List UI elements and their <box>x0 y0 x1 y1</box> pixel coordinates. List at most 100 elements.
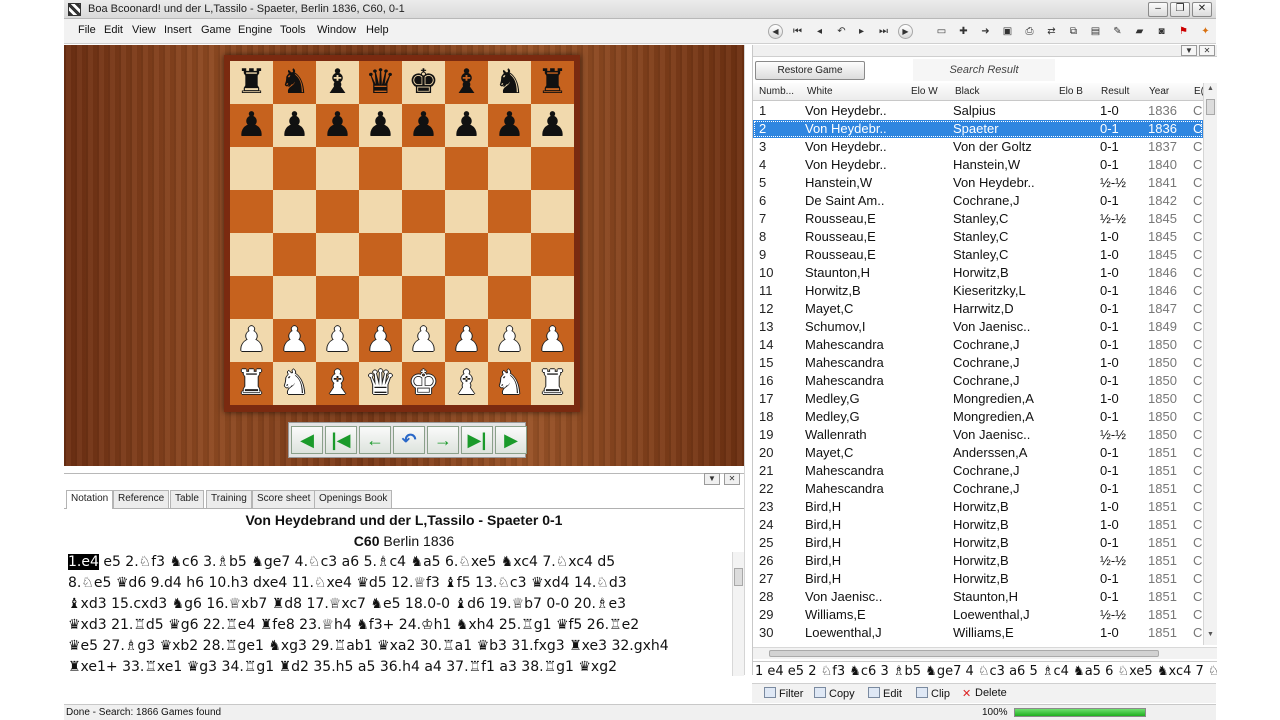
table-row[interactable]: 10 Staunton,H Horwitz,B 1-0 1846 C <box>753 264 1203 282</box>
white-knight-icon[interactable]: ♞ <box>273 362 316 405</box>
board-square[interactable] <box>445 190 488 233</box>
edit-button[interactable]: Edit <box>868 687 902 700</box>
black-pawn-icon[interactable]: ♟ <box>273 104 316 147</box>
table-row[interactable]: 16 Mahescandra Cochrane,J 0-1 1850 C <box>753 372 1203 390</box>
table-row[interactable]: 9 Rousseau,E Stanley,C 1-0 1845 C <box>753 246 1203 264</box>
black-pawn-icon[interactable]: ♟ <box>488 104 531 147</box>
restore-game-button[interactable]: Restore Game <box>755 61 865 80</box>
col-black[interactable]: Black <box>955 86 979 97</box>
copy-button[interactable]: Copy <box>814 687 855 700</box>
table-row[interactable]: 28 Von Jaenisc.. Staunton,H 0-1 1851 C <box>753 588 1203 606</box>
menu-engine[interactable]: Engine <box>238 24 272 36</box>
table-row[interactable]: 1 Von Heydebr.. Salpius 1-0 1836 C <box>753 102 1203 120</box>
save-icon[interactable]: ▣ <box>1000 24 1015 39</box>
white-knight-icon[interactable]: ♞ <box>488 362 531 405</box>
table-row[interactable]: 15 Mahescandra Cochrane,J 1-0 1850 C <box>753 354 1203 372</box>
board-square[interactable] <box>488 276 531 319</box>
tab-score-sheet[interactable]: Score sheet <box>252 490 316 508</box>
scroll-down-icon[interactable]: ▼ <box>1206 631 1215 638</box>
panel-menu-icon[interactable]: ▼ <box>704 473 720 485</box>
table-row[interactable]: 8 Rousseau,E Stanley,C 1-0 1845 C <box>753 228 1203 246</box>
board-square[interactable] <box>316 147 359 190</box>
black-pawn-icon[interactable]: ♟ <box>359 104 402 147</box>
board-square[interactable] <box>230 276 273 319</box>
scrollbar-thumb[interactable] <box>1206 99 1215 115</box>
board-square[interactable] <box>359 233 402 276</box>
edit-icon[interactable]: ✎ <box>1110 24 1125 39</box>
board-square[interactable] <box>445 147 488 190</box>
panel-close-icon[interactable]: ✕ <box>1199 45 1215 56</box>
white-pawn-icon[interactable]: ♟ <box>531 319 574 362</box>
table-row[interactable]: 14 Mahescandra Cochrane,J 0-1 1850 C <box>753 336 1203 354</box>
table-row[interactable]: 3 Von Heydebr.. Von der Goltz 0-1 1837 C <box>753 138 1203 156</box>
board-square[interactable] <box>531 276 574 319</box>
move-line[interactable]: 8.♘e5 ♛d6 9.d4 h6 10.h3 dxe4 11.♘xe4 ♛d5… <box>68 573 724 594</box>
delete-button[interactable]: ✕ Delete <box>962 687 1007 700</box>
board-square[interactable] <box>316 190 359 233</box>
scrollbar-thumb[interactable] <box>734 568 743 586</box>
board-square[interactable] <box>488 233 531 276</box>
menu-file[interactable]: File <box>78 24 96 36</box>
tab-notation[interactable]: Notation <box>66 490 114 509</box>
eraser-icon[interactable]: ▰ <box>1132 24 1147 39</box>
clip-button[interactable]: Clip <box>916 687 950 700</box>
move-line[interactable]: ♛e5 27.♗g3 ♛xb2 28.♖ge1 ♞xg3 29.♖ab1 ♛xa… <box>68 636 724 657</box>
panel-menu-icon[interactable]: ▼ <box>1181 45 1197 56</box>
nav-first-icon[interactable]: ⏮ <box>790 24 805 39</box>
table-row[interactable]: 7 Rousseau,E Stanley,C ½-½ 1845 C <box>753 210 1203 228</box>
black-pawn-icon[interactable]: ♟ <box>402 104 445 147</box>
import-icon[interactable]: ⇄ <box>1044 24 1059 39</box>
first-move-icon[interactable]: |◀ <box>325 426 357 454</box>
board-square[interactable] <box>402 147 445 190</box>
table-row[interactable]: 29 Williams,E Loewenthal,J ½-½ 1851 C <box>753 606 1203 624</box>
copy-icon[interactable]: ⧉ <box>1066 24 1081 39</box>
table-row[interactable]: 18 Medley,G Mongredien,A 0-1 1850 C <box>753 408 1203 426</box>
move-line[interactable]: ♛xd3 21.♖d5 ♛g6 22.♖e4 ♜fe8 23.♕h4 ♞f3+ … <box>68 615 724 636</box>
board-square[interactable] <box>531 147 574 190</box>
filter-button[interactable]: Filter <box>764 687 803 700</box>
last-move-icon[interactable]: ▶| <box>461 426 493 454</box>
next-move-icon[interactable]: → <box>427 426 459 454</box>
table-row[interactable]: 24 Bird,H Horwitz,B 1-0 1851 C <box>753 516 1203 534</box>
board-square[interactable] <box>488 147 531 190</box>
board-square[interactable] <box>488 190 531 233</box>
board-square[interactable] <box>230 190 273 233</box>
table-row[interactable]: 4 Von Heydebr.. Hanstein,W 0-1 1840 C <box>753 156 1203 174</box>
black-pawn-icon[interactable]: ♟ <box>230 104 273 147</box>
menu-edit[interactable]: Edit <box>104 24 123 36</box>
black-king-icon[interactable]: ♚ <box>402 61 445 104</box>
move-line-text[interactable]: e5 2.♘f3 ♞c6 3.♗b5 ♞ge7 4.♘c3 a6 5.♗c4 ♞… <box>99 554 615 570</box>
print-icon[interactable]: ⎙ <box>1022 24 1037 39</box>
black-bishop-icon[interactable]: ♝ <box>445 61 488 104</box>
board-square[interactable] <box>273 190 316 233</box>
table-row[interactable]: 22 Mahescandra Cochrane,J 0-1 1851 C <box>753 480 1203 498</box>
menu-view[interactable]: View <box>132 24 156 36</box>
nav-back-icon[interactable]: ◀ <box>768 24 783 39</box>
table-row[interactable]: 11 Horwitz,B Kieseritzky,L 0-1 1846 C <box>753 282 1203 300</box>
game-list-scrollbar[interactable]: ▲ ▼ <box>1203 83 1217 645</box>
menu-window[interactable]: Window <box>317 24 356 36</box>
table-row[interactable]: 5 Hanstein,W Von Heydebr.. ½-½ 1841 C <box>753 174 1203 192</box>
board-square[interactable] <box>531 233 574 276</box>
close-window-button[interactable]: ✕ <box>1192 2 1212 17</box>
board-square[interactable] <box>445 233 488 276</box>
tab-training[interactable]: Training <box>206 490 252 508</box>
board-square[interactable] <box>316 276 359 319</box>
notation-scrollbar[interactable] <box>732 552 744 676</box>
camera-icon[interactable]: ◙ <box>1154 24 1169 39</box>
take-back-icon[interactable]: ↶ <box>393 426 425 454</box>
table-row[interactable]: 21 Mahescandra Cochrane,J 0-1 1851 C <box>753 462 1203 480</box>
table-row[interactable]: 19 Wallenrath Von Jaenisc.. ½-½ 1850 C <box>753 426 1203 444</box>
splitter[interactable] <box>744 45 752 675</box>
board-square[interactable] <box>273 147 316 190</box>
board-square[interactable] <box>316 233 359 276</box>
black-rook-icon[interactable]: ♜ <box>230 61 273 104</box>
white-pawn-icon[interactable]: ♟ <box>488 319 531 362</box>
board-square[interactable] <box>273 233 316 276</box>
prev-move-icon[interactable]: ← <box>359 426 391 454</box>
export-icon[interactable]: ➜ <box>978 24 993 39</box>
board-square[interactable] <box>359 147 402 190</box>
table-row[interactable]: 26 Bird,H Horwitz,B ½-½ 1851 C <box>753 552 1203 570</box>
col-result[interactable]: Result <box>1101 86 1129 97</box>
move-line[interactable]: ♝xd3 15.cxd3 ♞g6 16.♕xb7 ♜d8 17.♕xc7 ♞e5… <box>68 594 724 615</box>
